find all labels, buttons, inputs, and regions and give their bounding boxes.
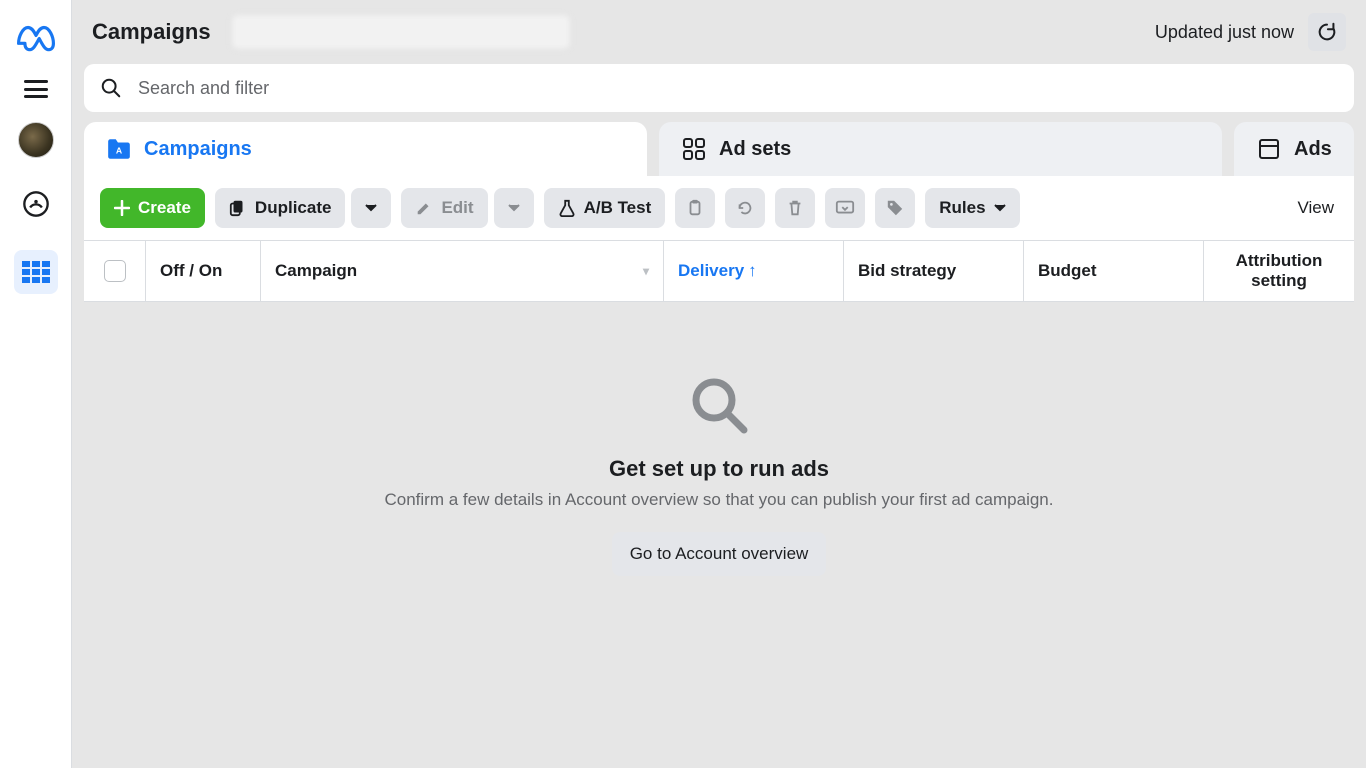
sort-up-icon: ↑ (748, 261, 757, 281)
campaigns-table: Off / On Campaign ▾ Delivery ↑ Bid strat… (84, 240, 1354, 302)
updated-status: Updated just now (1155, 22, 1294, 43)
empty-subtitle: Confirm a few details in Account overvie… (384, 490, 1053, 510)
tabs-row: A Campaigns Ad sets Ads (72, 122, 1366, 176)
column-budget[interactable]: Budget (1024, 241, 1204, 301)
chevron-down-icon (508, 204, 520, 212)
select-all-column[interactable] (84, 241, 146, 301)
campaigns-nav-icon[interactable] (14, 250, 58, 294)
duplicate-button[interactable]: Duplicate (215, 188, 346, 228)
button-label: Edit (441, 198, 473, 218)
trash-icon (786, 199, 804, 217)
toolbar: Create Duplicate Edit (84, 176, 1354, 240)
tab-label: Ads (1294, 138, 1332, 161)
duplicate-button-group: Duplicate (215, 188, 392, 228)
rules-button[interactable]: Rules (925, 188, 1019, 228)
tab-campaigns[interactable]: A Campaigns (84, 122, 647, 176)
tab-adsets[interactable]: Ad sets (659, 122, 1222, 176)
button-label: Rules (939, 198, 985, 218)
clipboard-icon (686, 199, 704, 217)
delete-button[interactable] (775, 188, 815, 228)
top-bar: Campaigns Updated just now (72, 0, 1366, 64)
view-label[interactable]: View (1297, 198, 1338, 218)
flask-icon (558, 199, 576, 217)
checkbox[interactable] (104, 260, 126, 282)
ad-icon (1256, 136, 1282, 162)
undo-icon (736, 199, 754, 217)
column-bid-strategy[interactable]: Bid strategy (844, 241, 1024, 301)
column-campaign[interactable]: Campaign ▾ (261, 241, 664, 301)
edit-button[interactable]: Edit (401, 188, 487, 228)
edit-button-group: Edit (401, 188, 533, 228)
duplicate-dropdown[interactable] (351, 188, 391, 228)
edit-dropdown[interactable] (494, 188, 534, 228)
empty-state: Get set up to run ads Confirm a few deta… (84, 302, 1354, 732)
undo-button[interactable] (725, 188, 765, 228)
empty-title: Get set up to run ads (609, 456, 829, 482)
button-label: A/B Test (584, 198, 652, 218)
clipboard-button[interactable] (675, 188, 715, 228)
chevron-down-icon (365, 204, 377, 212)
search-bar[interactable] (84, 64, 1354, 112)
tag-button[interactable] (875, 188, 915, 228)
column-delivery[interactable]: Delivery ↑ (664, 241, 844, 301)
grid-4-icon (681, 136, 707, 162)
left-rail (0, 0, 72, 768)
tab-label: Ad sets (719, 138, 791, 161)
page-title: Campaigns (92, 19, 211, 45)
tab-label: Campaigns (144, 138, 252, 161)
create-button[interactable]: Create (100, 188, 205, 228)
pencil-icon (415, 199, 433, 217)
go-to-overview-button[interactable]: Go to Account overview (612, 532, 827, 576)
button-label: Create (138, 198, 191, 218)
tag-icon (886, 199, 904, 217)
search-icon (100, 77, 122, 99)
button-label: Duplicate (255, 198, 332, 218)
export-button[interactable] (825, 188, 865, 228)
refresh-icon (1316, 21, 1338, 43)
magnifier-icon (686, 372, 752, 438)
plus-icon (114, 200, 130, 216)
account-overview-icon[interactable] (14, 182, 58, 226)
sort-caret-icon: ▾ (643, 264, 649, 278)
main-content: Campaigns Updated just now A Campaigns (72, 0, 1366, 768)
tab-ads[interactable]: Ads (1234, 122, 1354, 176)
table-header-row: Off / On Campaign ▾ Delivery ↑ Bid strat… (84, 240, 1354, 302)
column-onoff[interactable]: Off / On (146, 241, 261, 301)
svg-text:A: A (116, 145, 123, 155)
column-attribution[interactable]: Attribution setting (1204, 241, 1354, 301)
hamburger-menu-icon[interactable] (24, 80, 48, 98)
abtest-button[interactable]: A/B Test (544, 188, 666, 228)
refresh-button[interactable] (1308, 13, 1346, 51)
search-input[interactable] (138, 78, 1338, 99)
export-icon (835, 199, 855, 217)
account-selector[interactable] (231, 14, 571, 50)
copy-icon (229, 199, 247, 217)
meta-logo[interactable] (17, 18, 55, 56)
avatar[interactable] (18, 122, 54, 158)
chevron-down-icon (994, 204, 1006, 212)
folder-icon: A (106, 136, 132, 162)
